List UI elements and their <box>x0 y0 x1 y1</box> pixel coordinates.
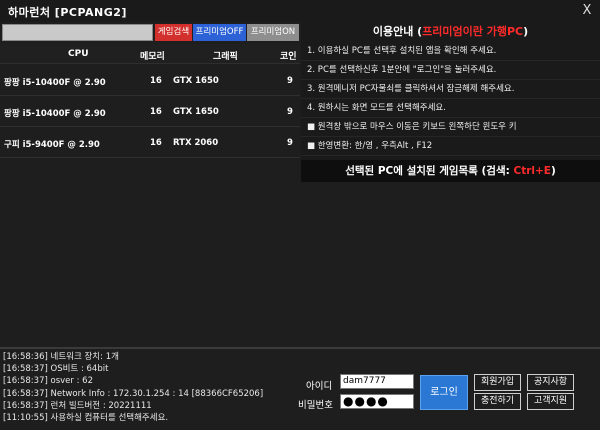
pc-row[interactable]: 팡팡 i5-10400F @ 2.90 16 GTX 1650 9 <box>0 96 300 127</box>
id-label: 아이디 <box>306 381 333 392</box>
column-header-gpu: 그래픽 <box>213 52 238 62</box>
log-line: [16:58:37] osver : 62 <box>3 376 93 387</box>
pc-row[interactable]: 구피 i5-9400F @ 2.90 16 RTX 2060 9 <box>0 127 300 158</box>
notice-button[interactable]: 공지사항 <box>527 374 574 391</box>
pc-coin: 9 <box>287 107 293 117</box>
installed-games-title-suffix: ) <box>550 165 556 177</box>
pc-list: 팡팡 i5-10400F @ 2.90 16 GTX 1650 9 팡팡 i5-… <box>0 65 300 158</box>
pc-cpu: 팡팡 i5-10400F @ 2.90 <box>4 109 106 119</box>
pc-gpu: GTX 1650 <box>173 76 219 86</box>
support-button[interactable]: 고객지원 <box>527 393 574 410</box>
title-bar: 하마런처 [PCPANG2] X <box>0 0 600 22</box>
log-line: [11:10:55] 사용하실 컴퓨터를 선택해주세요. <box>3 413 169 424</box>
guide-line: ■ 원격창 밖으로 마우스 이동은 키보드 왼쪽하단 윈도우 키 <box>301 118 600 137</box>
column-header-memory: 메모리 <box>140 52 165 62</box>
usage-guide-title-suffix: ) <box>523 25 529 38</box>
pc-gpu: RTX 2060 <box>173 138 219 148</box>
pc-memory: 16 <box>150 107 162 117</box>
guide-line: 1. 이용하실 PC를 선택후 설치된 앱을 확인해 주세요. <box>301 42 600 61</box>
pc-memory: 16 <box>150 76 162 86</box>
search-shortcut-key: Ctrl+E <box>513 165 551 177</box>
guide-line: ■ 한영변환: 한/영 , 우측Alt , F12 <box>301 137 600 156</box>
password-label: 비밀번호 <box>298 400 333 411</box>
usage-guide-panel: 이용안내 (프리미엄이란 가행PC) 1. 이용하실 PC를 선택후 설치된 앱… <box>301 22 600 160</box>
installed-games-title-prefix: 선택된 PC에 설치된 게임목록 (검색: <box>345 165 514 177</box>
guide-line: 4. 원하시는 화면 모드를 선택해주세요. <box>301 99 600 118</box>
log-panel: [16:58:36] 네트워크 장치: 1개 [16:58:37] OS비트 :… <box>3 351 299 424</box>
log-line: [16:58:37] OS비트 : 64bit <box>3 364 109 375</box>
window-title: 하마런처 [PCPANG2] <box>8 6 127 19</box>
login-button[interactable]: 로그인 <box>420 375 468 410</box>
pc-coin: 9 <box>287 76 293 86</box>
premium-off-button[interactable]: 프리미엄OFF <box>193 24 246 41</box>
game-search-input[interactable] <box>2 24 153 41</box>
guide-line: 2. PC를 선택하신후 1분안에 "로그인"을 눌러주세요. <box>301 61 600 80</box>
usage-guide-title: 이용안내 (프리미엄이란 가행PC) <box>301 22 600 42</box>
column-header-coin: 코인 <box>280 52 297 62</box>
premium-highlight: 프리미엄이란 가행PC <box>422 25 524 38</box>
pc-cpu: 구피 i5-9400F @ 2.90 <box>4 140 100 150</box>
pc-table-header: CPU 메모리 그래픽 코인 <box>0 44 300 64</box>
charge-button[interactable]: 충전하기 <box>474 393 521 410</box>
pc-coin: 9 <box>287 138 293 148</box>
guide-line: 3. 원격메니저 PC자물쇠를 클릭하셔서 잠금해제 해주세요. <box>301 80 600 99</box>
id-field[interactable]: dam7777 <box>340 374 414 389</box>
log-line: [16:58:36] 네트워크 장치: 1개 <box>3 352 119 362</box>
log-line: [16:58:37] 런처 빌드버전 : 20221111 <box>3 400 152 411</box>
divider <box>0 347 600 349</box>
close-button[interactable]: X <box>574 0 600 22</box>
pc-memory: 16 <box>150 138 162 148</box>
premium-on-button[interactable]: 프리미엄ON <box>247 24 299 41</box>
pc-row[interactable]: 팡팡 i5-10400F @ 2.90 16 GTX 1650 9 <box>0 65 300 96</box>
usage-guide-title-prefix: 이용안내 ( <box>372 25 423 38</box>
log-line: [16:58:37] Network Info : 172.30.1.254 :… <box>3 388 264 399</box>
pc-cpu: 팡팡 i5-10400F @ 2.90 <box>4 78 106 88</box>
signup-button[interactable]: 회원가입 <box>474 374 521 391</box>
password-field[interactable]: ●●●● <box>340 394 414 409</box>
game-search-button[interactable]: 게임검색 <box>155 24 192 41</box>
pc-gpu: GTX 1650 <box>173 107 219 117</box>
installed-games-title: 선택된 PC에 설치된 게임목록 (검색: Ctrl+E) <box>301 160 600 182</box>
column-header-cpu: CPU <box>68 49 89 59</box>
